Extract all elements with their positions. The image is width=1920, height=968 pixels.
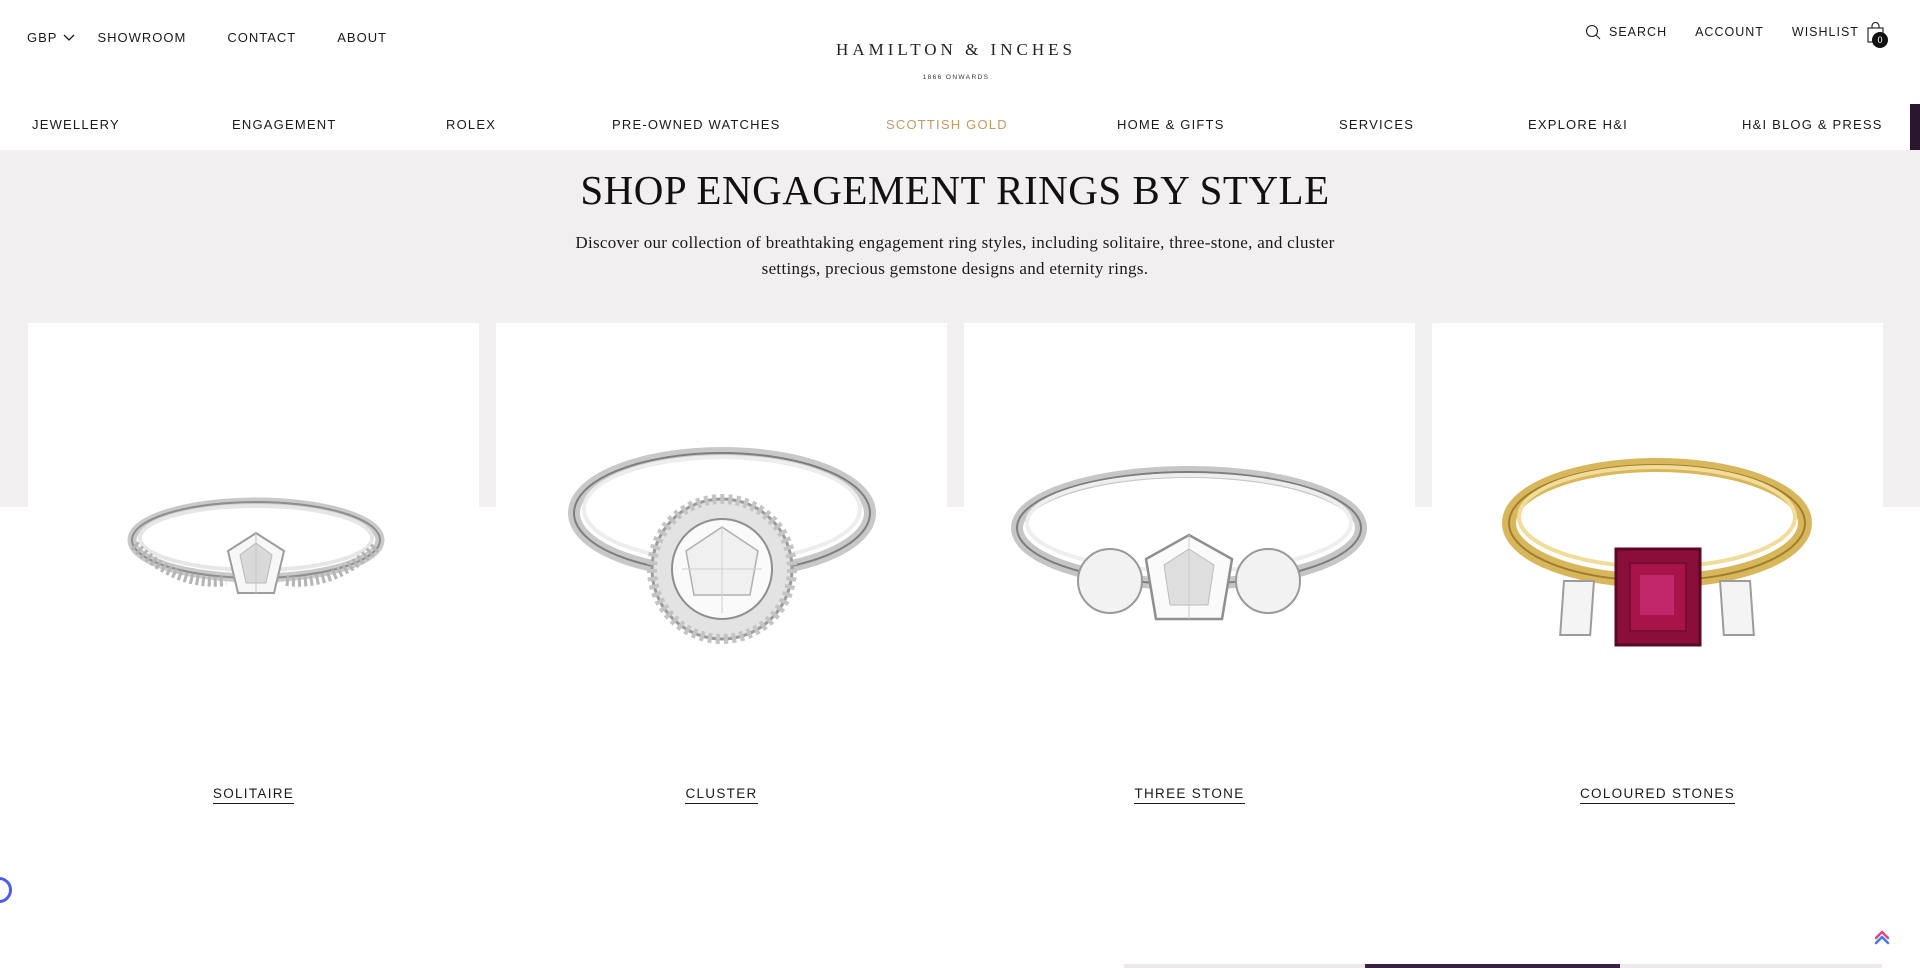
search-label: SEARCH [1609,25,1668,39]
wishlist-link[interactable]: WISHLIST [1792,25,1859,39]
nav-item-jewellery[interactable]: JEWELLERY [32,117,120,132]
account-link[interactable]: ACCOUNT [1695,25,1764,39]
nav-item-services[interactable]: SERVICES [1339,117,1414,132]
logo-name: HAMILTON & INCHES [836,40,1076,59]
nav-item-engagement[interactable]: ENGAGEMENT [232,117,336,132]
card-solitaire[interactable] [28,323,479,723]
section-intro: Discover our collection of breathtaking … [575,233,1335,278]
nav-item-home-gifts[interactable]: HOME & GIFTS [1117,117,1225,132]
about-link[interactable]: ABOUT [337,30,387,45]
card-label-cluster: CLUSTER [496,786,947,804]
three-stone-ring-image [1011,466,1367,621]
nav-item-scottish-gold[interactable]: SCOTTISH GOLD [886,117,1008,132]
bag-count-badge: 0 [1872,32,1888,48]
logo-tagline: 1866 ONWARDS [922,74,990,81]
search-icon [1585,24,1601,40]
card-coloured-stones[interactable] [1432,323,1883,723]
showroom-link[interactable]: SHOWROOM [97,30,186,45]
chat-widget-button[interactable] [0,877,12,903]
currency-label: GBP [27,30,58,45]
assistant-icon[interactable] [1870,924,1894,948]
site-logo[interactable]: HAMILTON & INCHES 1866 ONWARDS [836,40,1076,81]
cluster-link[interactable]: CLUSTER [685,786,758,804]
top-bar: GBP SHOWROOM CONTACT ABOUT HAMILTON & IN… [0,0,1920,100]
chevron-down-icon [64,34,75,41]
coloured-stone-ring-image [1502,458,1812,647]
card-label-three-stone: THREE STONE [964,786,1415,804]
solitaire-link[interactable]: SOLITAIRE [212,786,295,804]
currency-selector[interactable]: GBP [27,30,75,45]
bottom-banner-accent [1365,964,1620,968]
main-navigation: JEWELLERY ENGAGEMENT ROLEX PRE-OWNED WAT… [0,100,1920,150]
nav-item-blog-press[interactable]: H&I BLOG & PRESS [1742,117,1883,132]
nav-item-explore[interactable]: EXPLORE H&I [1528,117,1628,132]
page-heading: SHOP ENGAGEMENT RINGS BY STYLE [580,167,1330,213]
cluster-ring-image [568,447,876,644]
contact-link[interactable]: CONTACT [227,30,296,45]
coloured-stones-link[interactable]: COLOURED STONES [1579,786,1736,804]
three-stone-link[interactable]: THREE STONE [1134,786,1245,804]
search-button[interactable]: SEARCH [1585,24,1667,40]
card-three-stone[interactable] [964,323,1415,723]
nav-item-rolex[interactable]: ROLEX [446,117,496,132]
utility-nav-left: GBP SHOWROOM CONTACT ABOUT [27,30,428,45]
utility-nav-right: SEARCH ACCOUNT WISHLIST [1585,24,1887,40]
card-cluster[interactable] [496,323,947,723]
card-label-solitaire: SOLITAIRE [28,786,479,804]
card-label-coloured-stones: COLOURED STONES [1432,786,1883,804]
solitaire-ring-image [127,497,385,594]
nav-item-pre-owned-watches[interactable]: PRE-OWNED WATCHES [612,117,780,132]
